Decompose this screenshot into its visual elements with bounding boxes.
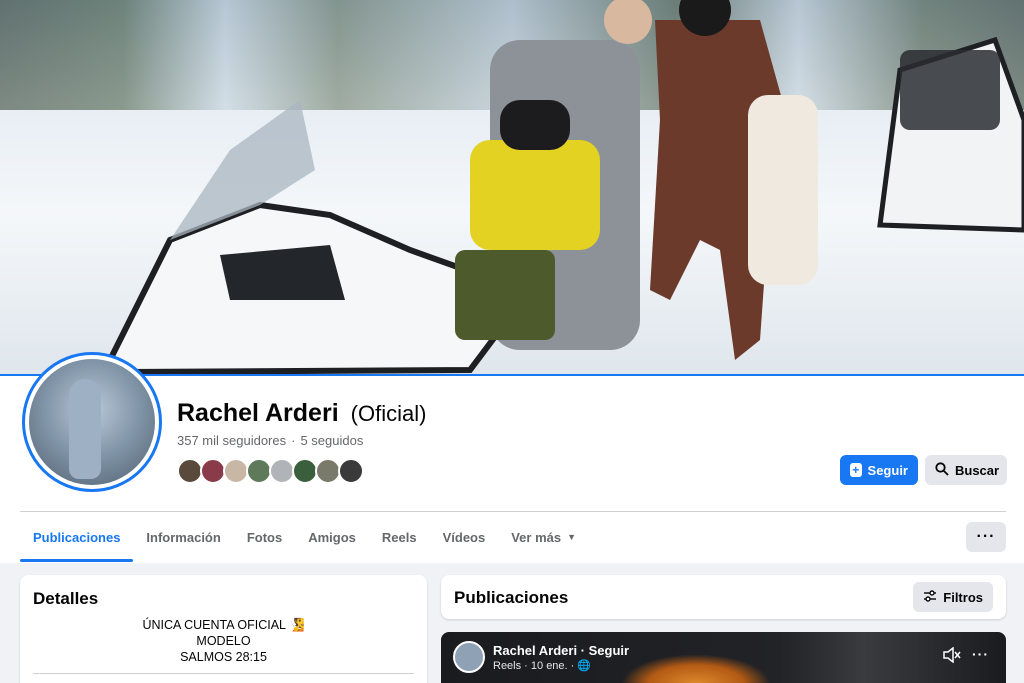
follow-button-label: Seguir: [867, 462, 908, 478]
filters-button[interactable]: Filtros: [913, 582, 993, 612]
followers-count[interactable]: 357 mil seguidores: [177, 433, 286, 448]
follower-avatar[interactable]: [338, 458, 364, 484]
tab-informacion[interactable]: Información: [133, 512, 233, 562]
reel-author-avatar[interactable]: [453, 641, 485, 673]
bio-line: ÚNICA CUENTA OFICIAL 🧏: [142, 618, 305, 632]
tab-label: Reels: [381, 529, 417, 545]
bio-text: ÚNICA CUENTA OFICIAL 🧏 MODELO SALMOS 28:…: [33, 617, 414, 665]
tab-fotos[interactable]: Fotos: [234, 512, 295, 562]
stats-separator: ·: [291, 433, 296, 448]
cover-photo[interactable]: [0, 0, 1024, 375]
muted-speaker-icon[interactable]: [943, 646, 961, 666]
profile-avatar[interactable]: [22, 352, 162, 492]
more-dots-icon[interactable]: ···: [972, 646, 989, 662]
tab-amigos[interactable]: Amigos: [295, 512, 369, 562]
profile-stats: 357 mil seguidores · 5 seguidos: [177, 433, 363, 448]
avatar-photo: [29, 359, 155, 485]
sliders-icon: [923, 589, 937, 605]
plus-square-icon: +: [850, 463, 862, 477]
posts-header-card: Publicaciones Filtros: [441, 575, 1006, 619]
profile-name: Rachel Arderi: [177, 399, 339, 427]
reel-post[interactable]: Rachel Arderi · Seguir Reels · 10 ene. ·…: [441, 632, 1006, 683]
bio-line: MODELO: [196, 634, 251, 648]
details-divider: [33, 673, 414, 674]
reel-author[interactable]: Rachel Arderi · Seguir: [493, 643, 629, 658]
details-card: Detalles ÚNICA CUENTA OFICIAL 🧏 MODELO S…: [20, 575, 427, 683]
profile-name-row: Rachel Arderi (Oficial): [177, 399, 426, 428]
tab-label: Amigos: [308, 529, 356, 545]
search-icon: [935, 461, 949, 479]
tab-label: Vídeos: [442, 529, 486, 545]
reel-meta: Reels · 10 ene. · 🌐: [493, 660, 592, 672]
tab-ver-mas[interactable]: Ver más ▼: [498, 512, 589, 562]
search-button[interactable]: Buscar: [925, 455, 1007, 485]
cover-illustration: [106, 0, 1024, 375]
tab-label: Fotos: [246, 529, 283, 545]
search-button-label: Buscar: [955, 462, 1000, 478]
posts-title: Publicaciones: [454, 588, 569, 607]
tab-videos[interactable]: Vídeos: [430, 512, 499, 562]
bio-line: SALMOS 28:15: [180, 650, 267, 664]
follower-avatars: [177, 458, 364, 484]
tab-publicaciones[interactable]: Publicaciones: [20, 512, 134, 562]
filters-label: Filtros: [943, 589, 983, 605]
tab-label: Publicaciones: [33, 529, 121, 545]
reel-video-frame: [621, 654, 771, 683]
details-title: Detalles: [33, 589, 99, 608]
tab-reels[interactable]: Reels: [369, 512, 430, 562]
tab-label: Información: [146, 529, 221, 545]
caret-down-icon: ▼: [567, 532, 577, 542]
follow-button[interactable]: + Seguir: [840, 455, 918, 485]
profile-tag: (Oficial): [350, 401, 427, 426]
more-options-button[interactable]: ···: [966, 522, 1006, 552]
tab-label: Ver más: [511, 529, 562, 545]
profile-tabs: Publicaciones Información Fotos Amigos R…: [20, 512, 589, 562]
following-count[interactable]: 5 seguidos: [300, 433, 363, 448]
